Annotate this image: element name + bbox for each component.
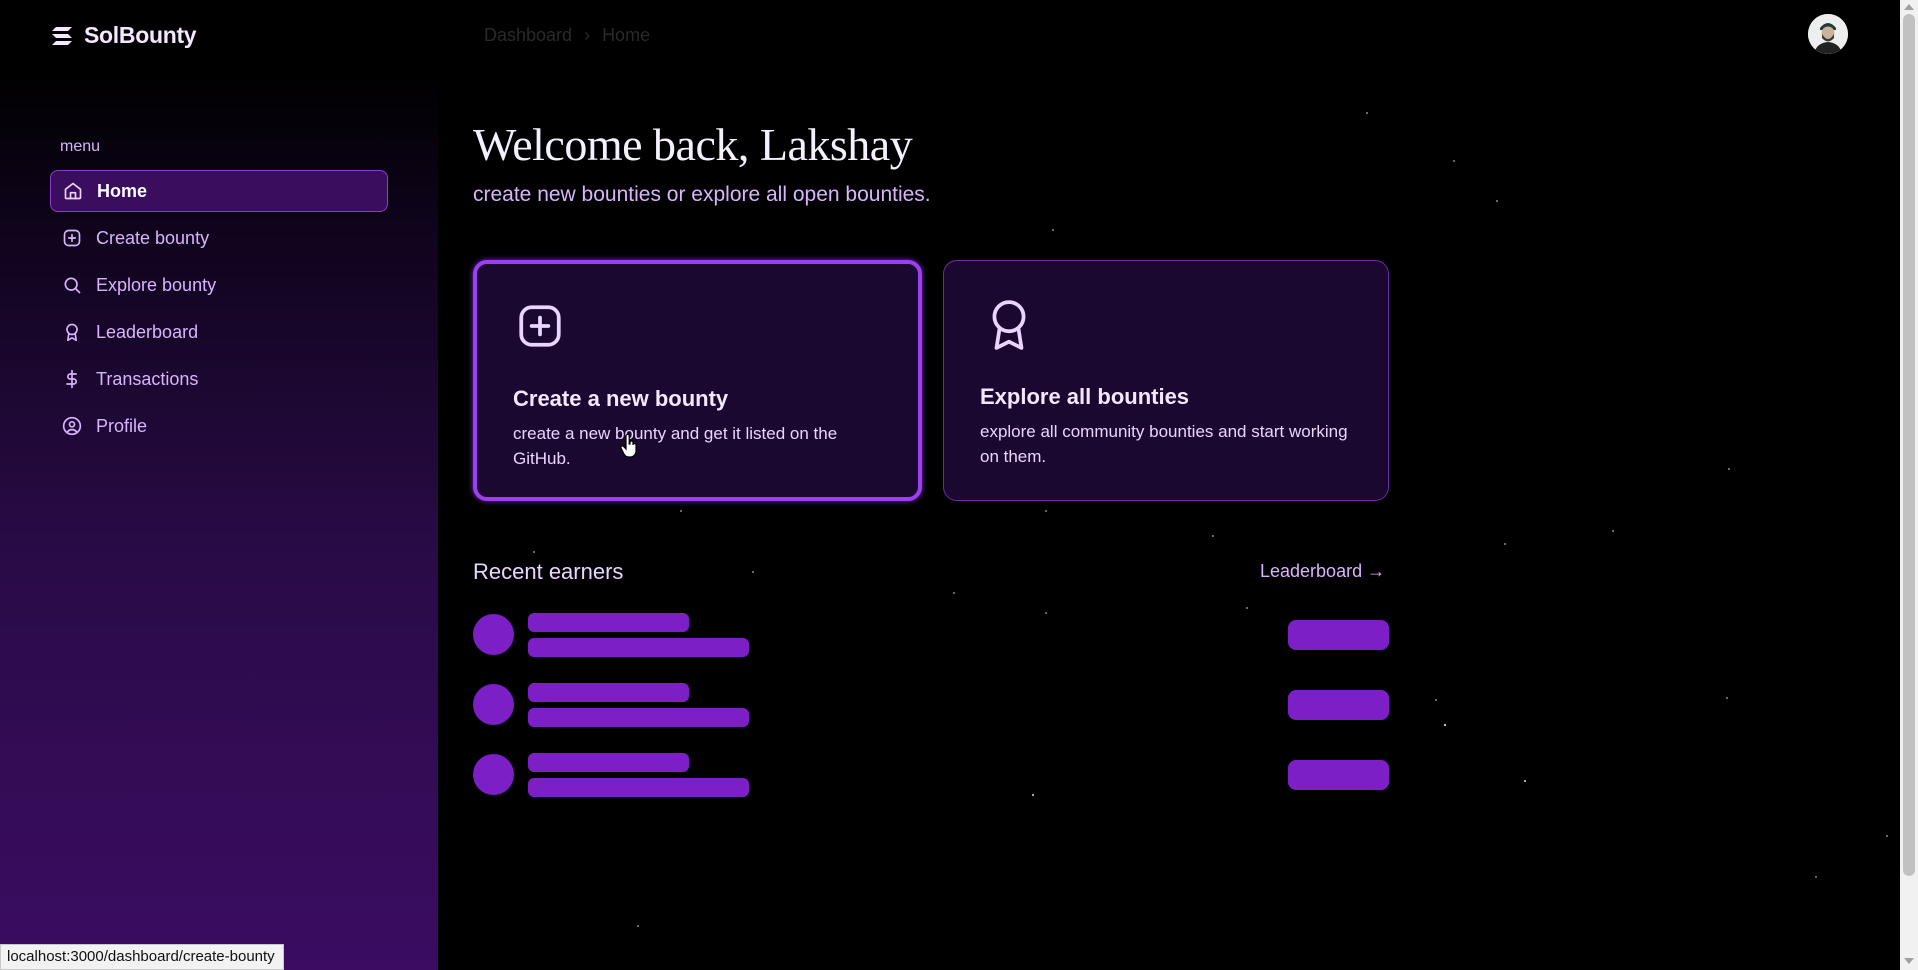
page-subtitle: create new bounties or explore all open … bbox=[473, 183, 931, 206]
brand-logo[interactable]: SolBounty bbox=[50, 22, 197, 49]
star bbox=[1045, 612, 1047, 614]
sidebar-item-transactions[interactable]: Transactions bbox=[50, 358, 388, 400]
breadcrumb: Dashboard › Home bbox=[484, 25, 650, 46]
skeleton-avatar bbox=[473, 754, 514, 795]
star bbox=[1444, 724, 1446, 726]
user-avatar[interactable] bbox=[1808, 14, 1848, 54]
skeleton-name bbox=[528, 753, 689, 772]
star bbox=[1728, 468, 1730, 470]
plus-square-icon bbox=[515, 301, 565, 351]
skeleton-detail bbox=[528, 708, 749, 727]
skeleton-name bbox=[528, 683, 689, 702]
star bbox=[1815, 876, 1817, 878]
top-bar: SolBounty Dashboard › Home bbox=[0, 0, 1898, 72]
award-icon bbox=[984, 297, 1034, 353]
explore-bounties-card[interactable]: Explore all bounties explore all communi… bbox=[943, 260, 1389, 501]
card-description: explore all community bounties and start… bbox=[980, 422, 1348, 466]
star bbox=[1496, 200, 1498, 202]
dollar-icon bbox=[62, 369, 82, 389]
hand-cursor-icon bbox=[620, 434, 638, 458]
sidebar-item-explore-bounty[interactable]: Explore bounty bbox=[50, 264, 388, 306]
sidebar-item-label: Create bounty bbox=[96, 227, 210, 248]
breadcrumb-separator: › bbox=[584, 25, 591, 45]
page-scrollbar[interactable] bbox=[1900, 0, 1918, 970]
user-circle-icon bbox=[62, 416, 82, 436]
star bbox=[752, 571, 754, 573]
menu-label: menu bbox=[60, 138, 101, 155]
star bbox=[1504, 543, 1506, 545]
search-icon bbox=[62, 275, 82, 295]
sidebar-item-create-bounty[interactable]: Create bounty bbox=[50, 217, 388, 259]
home-icon bbox=[63, 181, 83, 201]
scroll-down-arrow-icon[interactable] bbox=[1904, 958, 1914, 964]
sidebar-item-label: Leaderboard bbox=[96, 321, 199, 342]
skeleton-amount bbox=[1288, 620, 1389, 650]
star bbox=[1212, 535, 1214, 537]
sidebar-item-label: Home bbox=[97, 180, 148, 201]
star bbox=[1453, 160, 1455, 162]
star bbox=[1726, 697, 1728, 699]
star bbox=[1032, 794, 1034, 796]
award-icon bbox=[62, 322, 82, 342]
star bbox=[1045, 510, 1047, 512]
stack-logo-icon bbox=[50, 26, 74, 46]
star bbox=[953, 592, 955, 594]
star bbox=[1246, 607, 1248, 609]
star bbox=[680, 510, 682, 512]
sidebar-item-label: Explore bounty bbox=[96, 274, 217, 295]
skeleton-amount bbox=[1288, 760, 1389, 790]
breadcrumb-dashboard[interactable]: Dashboard bbox=[484, 25, 572, 46]
browser-status-url: localhost:3000/dashboard/create-bounty bbox=[0, 944, 284, 970]
skeleton-detail bbox=[528, 638, 749, 657]
star bbox=[1052, 229, 1054, 231]
card-description: create a new bounty and get it listed on… bbox=[513, 424, 838, 468]
card-title: Create a new bounty bbox=[513, 386, 729, 411]
star bbox=[1612, 530, 1614, 532]
star bbox=[1435, 699, 1437, 701]
breadcrumb-home: Home bbox=[602, 25, 651, 45]
sidebar-nav: Home Create bounty Explore bounty Leader… bbox=[50, 170, 388, 452]
star bbox=[637, 925, 639, 927]
sidebar-item-leaderboard[interactable]: Leaderboard bbox=[50, 311, 388, 353]
sidebar-item-label: Transactions bbox=[96, 368, 199, 389]
sidebar: menu Home Create bounty Explore bounty L… bbox=[0, 72, 438, 970]
star bbox=[533, 551, 535, 553]
sidebar-item-label: Profile bbox=[96, 415, 148, 436]
star bbox=[1886, 835, 1888, 837]
scrollbar-thumb[interactable] bbox=[1903, 14, 1915, 876]
star bbox=[1524, 780, 1526, 782]
leaderboard-link[interactable]: Leaderboard → bbox=[1260, 561, 1385, 582]
sidebar-item-profile[interactable]: Profile bbox=[50, 405, 388, 447]
star bbox=[1366, 112, 1368, 114]
skeleton-avatar bbox=[473, 684, 514, 725]
skeleton-amount bbox=[1288, 690, 1389, 720]
scroll-up-arrow-icon[interactable] bbox=[1904, 4, 1914, 10]
card-title: Explore all bounties bbox=[980, 384, 1190, 409]
page-title: Welcome back, Lakshay bbox=[473, 119, 913, 170]
plus-square-icon bbox=[62, 228, 82, 248]
recent-earners-heading: Recent earners bbox=[473, 559, 624, 584]
skeleton-avatar bbox=[473, 614, 514, 655]
skeleton-name bbox=[528, 613, 689, 632]
sidebar-item-home[interactable]: Home bbox=[50, 170, 388, 212]
skeleton-detail bbox=[528, 778, 749, 797]
create-bounty-card[interactable]: Create a new bounty create a new bounty … bbox=[473, 260, 922, 501]
brand-name: SolBounty bbox=[84, 22, 197, 48]
